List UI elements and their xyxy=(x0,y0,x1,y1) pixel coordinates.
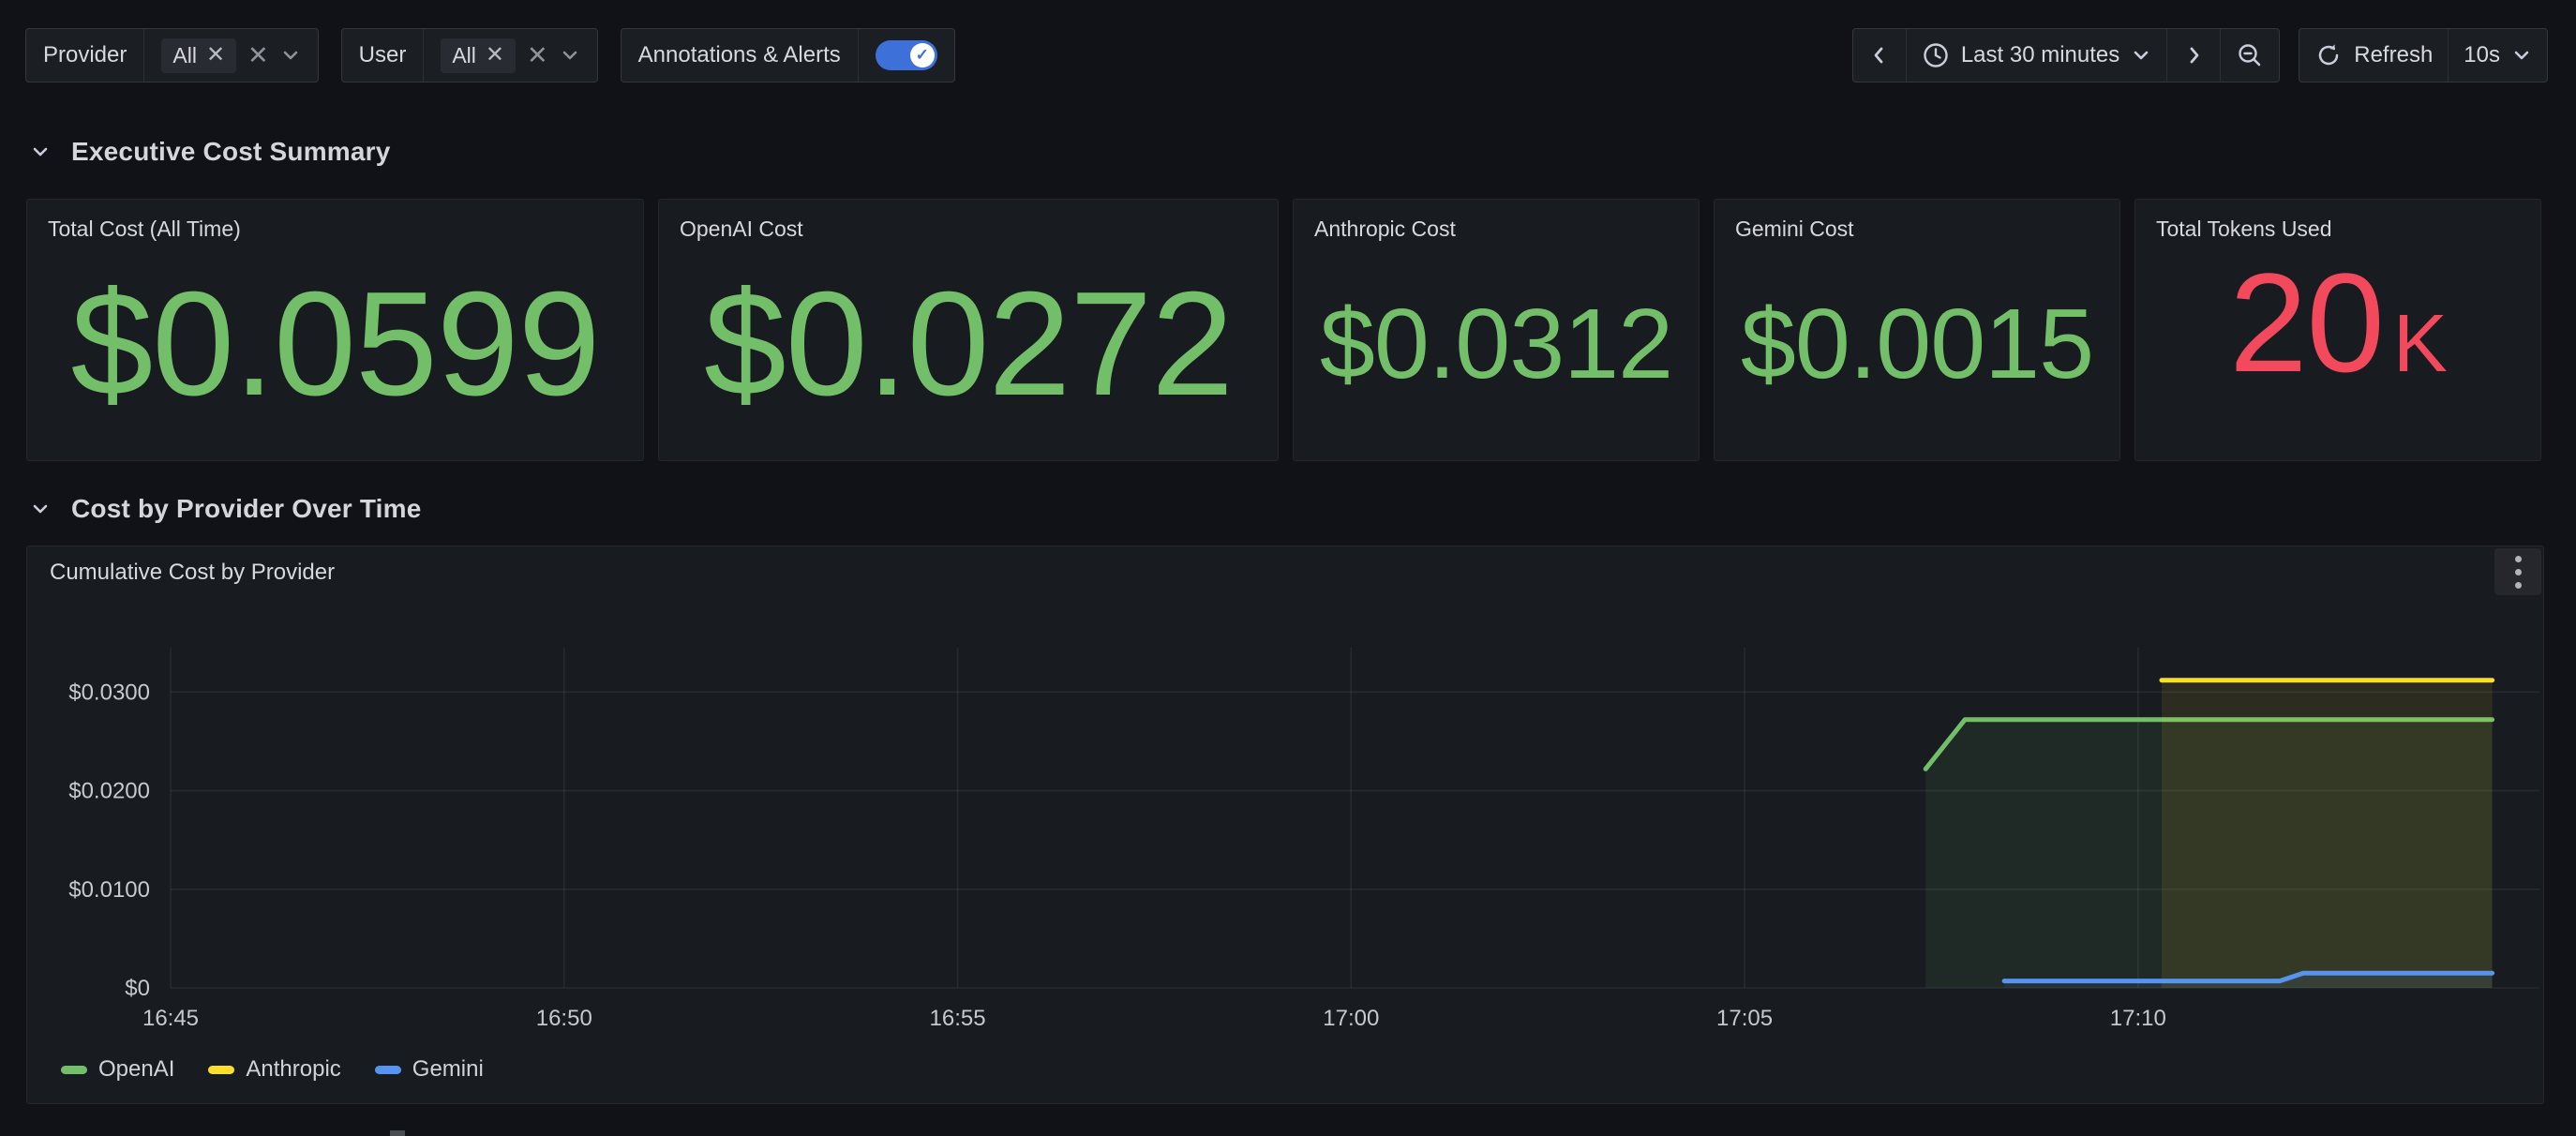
stat-panel-total-tokens: Total Tokens Used 20K xyxy=(2134,199,2541,461)
svg-text:$0.0300: $0.0300 xyxy=(68,680,150,705)
refresh-button[interactable]: Refresh xyxy=(2299,29,2448,82)
stat-panel-title: Gemini Cost xyxy=(1715,200,2119,242)
chevron-down-icon xyxy=(2131,45,2151,66)
time-shift-forward-button[interactable] xyxy=(2166,29,2220,82)
user-chip-all[interactable]: All ✕ xyxy=(441,38,516,73)
stat-value: $0.0015 xyxy=(1715,242,2119,460)
user-filter: User All ✕ ✕ xyxy=(341,28,598,82)
legend-item-gemini[interactable]: Gemini xyxy=(375,1056,484,1083)
provider-clear-icon[interactable]: ✕ xyxy=(247,43,269,68)
clock-icon xyxy=(1922,41,1950,69)
stat-value: $0.0312 xyxy=(1294,242,1699,460)
legend-item-openai[interactable]: OpenAI xyxy=(61,1056,174,1083)
time-series-chart[interactable]: 16:45 16:50 16:55 17:00 17:05 17:10 $0 $0.0100 $… xyxy=(27,546,2543,1103)
annotations-control: Annotations & Alerts ✓ xyxy=(621,28,955,82)
refresh-label: Refresh xyxy=(2354,42,2433,68)
zoom-out-button[interactable] xyxy=(2220,29,2279,82)
toggle-check-icon: ✓ xyxy=(910,43,935,67)
stat-value: $0.0272 xyxy=(659,242,1278,460)
provider-filter: Provider All ✕ ✕ xyxy=(25,28,319,82)
time-shift-back-button[interactable] xyxy=(1853,29,1906,82)
refresh-icon xyxy=(2314,41,2343,69)
annotations-toggle-wrap: ✓ xyxy=(858,29,954,82)
provider-chip-remove-icon[interactable]: ✕ xyxy=(206,44,225,67)
chevron-right-icon xyxy=(2182,44,2205,67)
refresh-interval-picker[interactable]: 10s xyxy=(2448,29,2547,82)
svg-text:$0.0100: $0.0100 xyxy=(68,877,150,903)
provider-filter-value[interactable]: All ✕ ✕ xyxy=(143,29,317,82)
chevron-left-icon xyxy=(1868,44,1891,67)
provider-chip-all[interactable]: All ✕ xyxy=(161,38,236,73)
stat-panel-title: Total Cost (All Time) xyxy=(27,200,643,242)
section-cost-by-provider[interactable]: Cost by Provider Over Time xyxy=(28,494,421,524)
section-executive-cost-summary[interactable]: Executive Cost Summary xyxy=(28,137,391,167)
legend-swatch-icon xyxy=(375,1066,401,1074)
refresh-interval-value: 10s xyxy=(2464,42,2500,68)
svg-text:$0: $0 xyxy=(125,976,150,1001)
chevron-down-icon xyxy=(2511,45,2532,66)
user-chip-remove-icon[interactable]: ✕ xyxy=(486,44,504,67)
stat-panel-title: OpenAI Cost xyxy=(659,200,1278,242)
stat-panels-row: Total Cost (All Time) $0.0599 OpenAI Cos… xyxy=(26,199,2541,461)
user-clear-icon[interactable]: ✕ xyxy=(527,43,548,68)
legend-label: Anthropic xyxy=(246,1056,340,1083)
svg-text:$0.0200: $0.0200 xyxy=(68,779,150,804)
stat-value: $0.0599 xyxy=(27,242,643,460)
grafana-dashboard: { "toolbar": { "filters": [ { "label": "… xyxy=(0,0,2576,1136)
svg-text:17:05: 17:05 xyxy=(1716,1006,1773,1031)
stat-panel-title: Anthropic Cost xyxy=(1294,200,1699,242)
chevron-down-icon[interactable] xyxy=(560,45,580,66)
svg-text:17:00: 17:00 xyxy=(1323,1006,1379,1031)
stat-panel-anthropic-cost: Anthropic Cost $0.0312 xyxy=(1293,199,1700,461)
zoom-out-icon xyxy=(2236,41,2264,69)
svg-text:16:55: 16:55 xyxy=(930,1006,986,1031)
refresh-group: Refresh 10s xyxy=(2299,28,2548,82)
svg-text:16:45: 16:45 xyxy=(142,1006,199,1031)
below-fold-panel-sliver xyxy=(390,1130,405,1136)
legend-swatch-icon xyxy=(208,1066,234,1074)
provider-filter-label: Provider xyxy=(26,29,143,82)
chevron-down-icon xyxy=(28,140,52,164)
stat-panel-gemini-cost: Gemini Cost $0.0015 xyxy=(1714,199,2120,461)
stat-panel-total-cost: Total Cost (All Time) $0.0599 xyxy=(26,199,644,461)
svg-text:17:10: 17:10 xyxy=(2110,1006,2166,1031)
chart-legend: OpenAI Anthropic Gemini xyxy=(61,1056,484,1083)
section-title: Cost by Provider Over Time xyxy=(71,494,421,524)
user-filter-value[interactable]: All ✕ ✕ xyxy=(423,29,596,82)
svg-text:16:50: 16:50 xyxy=(536,1006,592,1031)
dashboard-toolbar: Provider All ✕ ✕ User All ✕ ✕ xyxy=(25,28,2548,82)
stat-panel-openai-cost: OpenAI Cost $0.0272 xyxy=(658,199,1279,461)
legend-swatch-icon xyxy=(61,1066,87,1074)
stat-panel-title: Total Tokens Used xyxy=(2135,200,2540,242)
stat-value: 20K xyxy=(2135,242,2540,460)
time-range-picker[interactable]: Last 30 minutes xyxy=(1906,29,2166,82)
legend-label: OpenAI xyxy=(98,1056,174,1083)
annotations-label: Annotations & Alerts xyxy=(622,29,858,82)
section-title: Executive Cost Summary xyxy=(71,137,391,167)
annotations-toggle[interactable]: ✓ xyxy=(876,40,937,70)
legend-label: Gemini xyxy=(412,1056,484,1083)
legend-item-anthropic[interactable]: Anthropic xyxy=(208,1056,340,1083)
user-filter-label: User xyxy=(342,29,424,82)
time-range-label: Last 30 minutes xyxy=(1961,42,2119,68)
chevron-down-icon xyxy=(28,497,52,521)
cumulative-cost-chart-panel: Cumulative Cost by Provider 16:4516:5016… xyxy=(26,546,2544,1104)
chevron-down-icon[interactable] xyxy=(280,45,301,66)
time-picker-group: Last 30 minutes xyxy=(1852,28,2280,82)
